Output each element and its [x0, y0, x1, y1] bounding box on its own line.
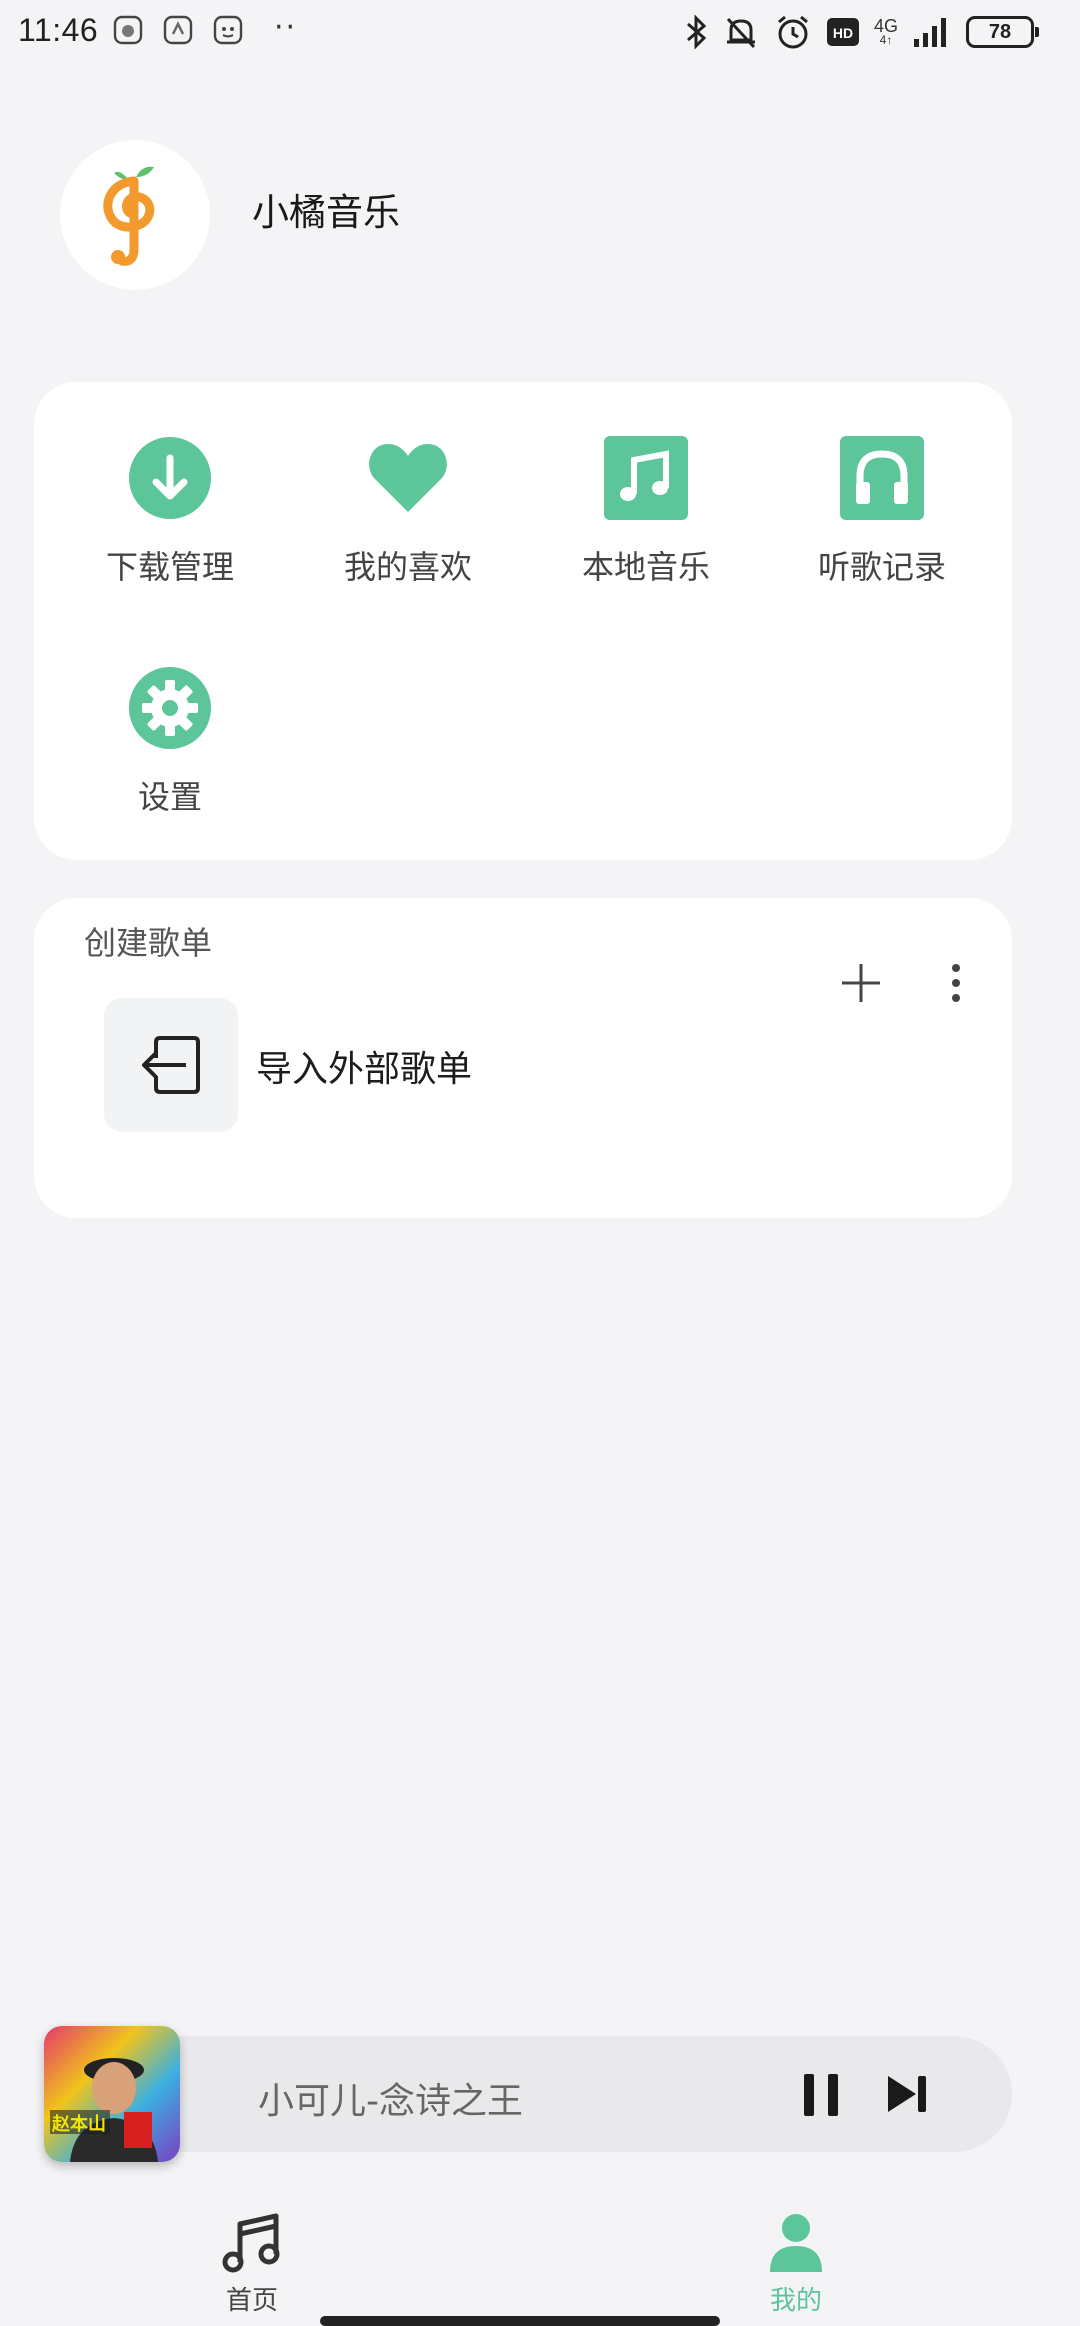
album-cover[interactable]: 赵本山: [44, 2026, 180, 2162]
nav-mine[interactable]: 我的: [716, 2212, 876, 2317]
network-activity: 4↑: [879, 33, 893, 47]
user-icon: [770, 2214, 822, 2272]
notification-app-icon: [113, 15, 143, 45]
bluetooth-icon: [686, 14, 707, 50]
home-indicator[interactable]: [320, 2316, 720, 2326]
notification-app-icon: [163, 15, 193, 45]
music-note-icon: [604, 436, 688, 520]
music-note-icon: [222, 2213, 280, 2273]
menu-card: 下载管理 我的喜欢 本地音乐 听歌记录 设置: [34, 382, 1012, 860]
gear-icon: [129, 667, 211, 749]
menu-item-label: 本地音乐: [581, 548, 710, 586]
nav-home[interactable]: 首页: [172, 2212, 332, 2317]
menu-item-settings[interactable]: 设置: [70, 666, 270, 818]
import-playlist-label[interactable]: 导入外部歌单: [256, 1040, 472, 1092]
menu-item-label: 听歌记录: [817, 548, 946, 586]
battery-icon: 78: [966, 16, 1039, 48]
menu-item-downloads[interactable]: 下载管理: [70, 436, 270, 588]
orange-music-note-logo: [103, 166, 155, 266]
nav-home-label: 首页: [225, 2286, 278, 2316]
network-type: 4G: [873, 16, 898, 36]
signal-icon: [914, 18, 946, 47]
svg-text:HD: HD: [833, 25, 853, 41]
menu-item-favorites[interactable]: 我的喜欢: [308, 436, 508, 588]
next-track-button[interactable]: [884, 2070, 930, 2118]
notification-app-icon: [213, 15, 243, 45]
status-time: 11:46: [18, 12, 99, 48]
menu-item-local-music[interactable]: 本地音乐: [546, 436, 746, 588]
cover-text: 赵本山: [51, 2113, 106, 2135]
more-options-icon[interactable]: [946, 958, 966, 1008]
import-playlist-tile[interactable]: [104, 998, 238, 1132]
playlist-card: 创建歌单 导入外部歌单: [34, 898, 1012, 1218]
mini-player[interactable]: [110, 2036, 1012, 2152]
alarm-icon: [778, 15, 808, 49]
playlist-section-title: 创建歌单: [84, 924, 213, 962]
menu-item-label: 下载管理: [105, 548, 234, 586]
menu-item-label: 设置: [137, 778, 202, 816]
nav-mine-label: 我的: [769, 2286, 822, 2316]
app-name: 小橘音乐: [252, 191, 400, 234]
download-icon: [129, 437, 211, 519]
app-logo-avatar[interactable]: [60, 140, 210, 290]
headphones-icon: [840, 436, 924, 520]
import-icon: [142, 1036, 200, 1094]
pause-button[interactable]: [800, 2070, 844, 2120]
status-bar: 11:46 ·· HD 4G 4↑ 78: [0, 0, 1080, 66]
add-playlist-button[interactable]: [836, 958, 886, 1008]
more-notifications-icon: ··: [274, 10, 298, 45]
menu-item-label: 我的喜欢: [343, 548, 472, 586]
bell-muted-icon: [726, 17, 756, 49]
album-cover-art: 赵本山: [44, 2026, 180, 2162]
heart-icon: [369, 444, 447, 512]
hd-icon: HD: [826, 18, 859, 46]
now-playing-title[interactable]: 小可儿-念诗之王: [258, 2072, 523, 2124]
menu-item-history[interactable]: 听歌记录: [782, 436, 982, 588]
